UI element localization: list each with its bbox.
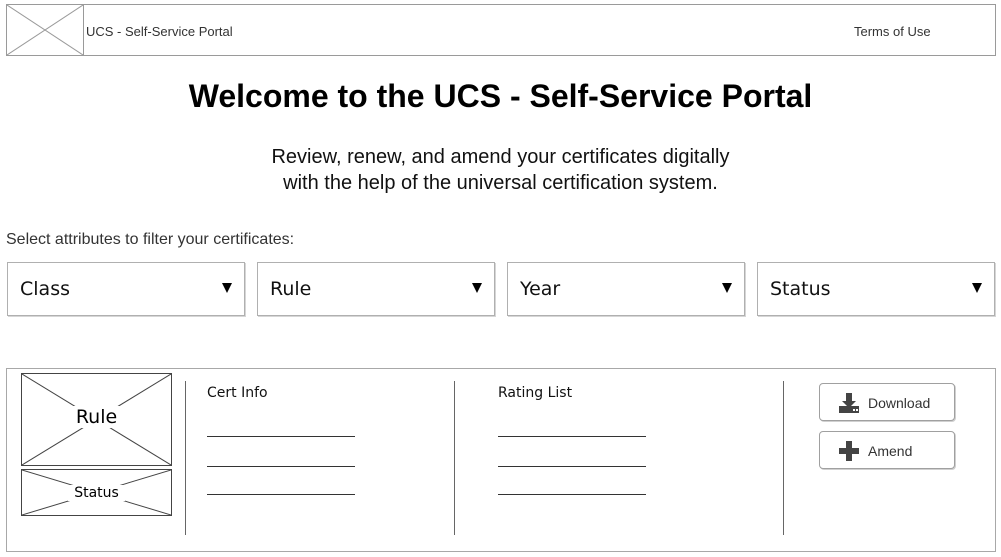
status-image-placeholder: Status	[21, 469, 172, 516]
dropdown-arrow-icon	[972, 283, 982, 293]
image-placeholder-icon	[7, 5, 83, 55]
filter-hint-label: Select attributes to filter your certifi…	[6, 231, 295, 248]
class-filter-label: Class	[20, 278, 70, 300]
rule-image-label: Rule	[69, 406, 124, 428]
rule-filter-label: Rule	[270, 278, 312, 300]
dropdown-arrow-icon	[222, 283, 232, 293]
rating-list-line	[498, 466, 646, 467]
column-divider	[185, 381, 186, 535]
app-title: UCS - Self-Service Portal	[86, 24, 233, 39]
cert-info-line	[207, 494, 355, 495]
amend-button-label: Amend	[868, 443, 913, 459]
download-button[interactable]: Download	[819, 383, 955, 421]
rule-image-placeholder: Rule	[21, 373, 172, 466]
subtitle-line-1: Review, renew, and amend your certificat…	[271, 146, 730, 168]
cert-info-line	[207, 436, 355, 437]
cert-info-title: Cert Info	[207, 385, 268, 401]
dropdown-arrow-icon	[722, 283, 732, 293]
page-title: Welcome to the UCS - Self-Service Portal	[188, 78, 813, 114]
page-subtitle: Review, renew, and amend your certificat…	[0, 144, 1001, 196]
rating-list-line	[498, 436, 646, 437]
year-filter-label: Year	[520, 278, 561, 300]
logo-placeholder	[6, 4, 84, 56]
download-icon	[839, 393, 859, 413]
column-divider	[783, 381, 784, 535]
rating-list-line	[498, 494, 646, 495]
class-filter-dropdown[interactable]: Class	[7, 262, 245, 316]
status-image-label: Status	[68, 485, 125, 501]
subtitle-line-2: with the help of the universal certifica…	[283, 172, 718, 194]
dropdown-arrow-icon	[472, 283, 482, 293]
status-filter-dropdown[interactable]: Status	[757, 262, 995, 316]
rule-filter-dropdown[interactable]: Rule	[257, 262, 495, 316]
year-filter-dropdown[interactable]: Year	[507, 262, 745, 316]
column-divider	[454, 381, 455, 535]
plus-icon	[839, 441, 859, 461]
download-button-label: Download	[868, 395, 931, 411]
terms-of-use-link[interactable]: Terms of Use	[854, 24, 931, 39]
rating-list-title: Rating List	[498, 385, 573, 401]
status-filter-label: Status	[770, 278, 831, 300]
amend-button[interactable]: Amend	[819, 431, 955, 469]
cert-info-line	[207, 466, 355, 467]
